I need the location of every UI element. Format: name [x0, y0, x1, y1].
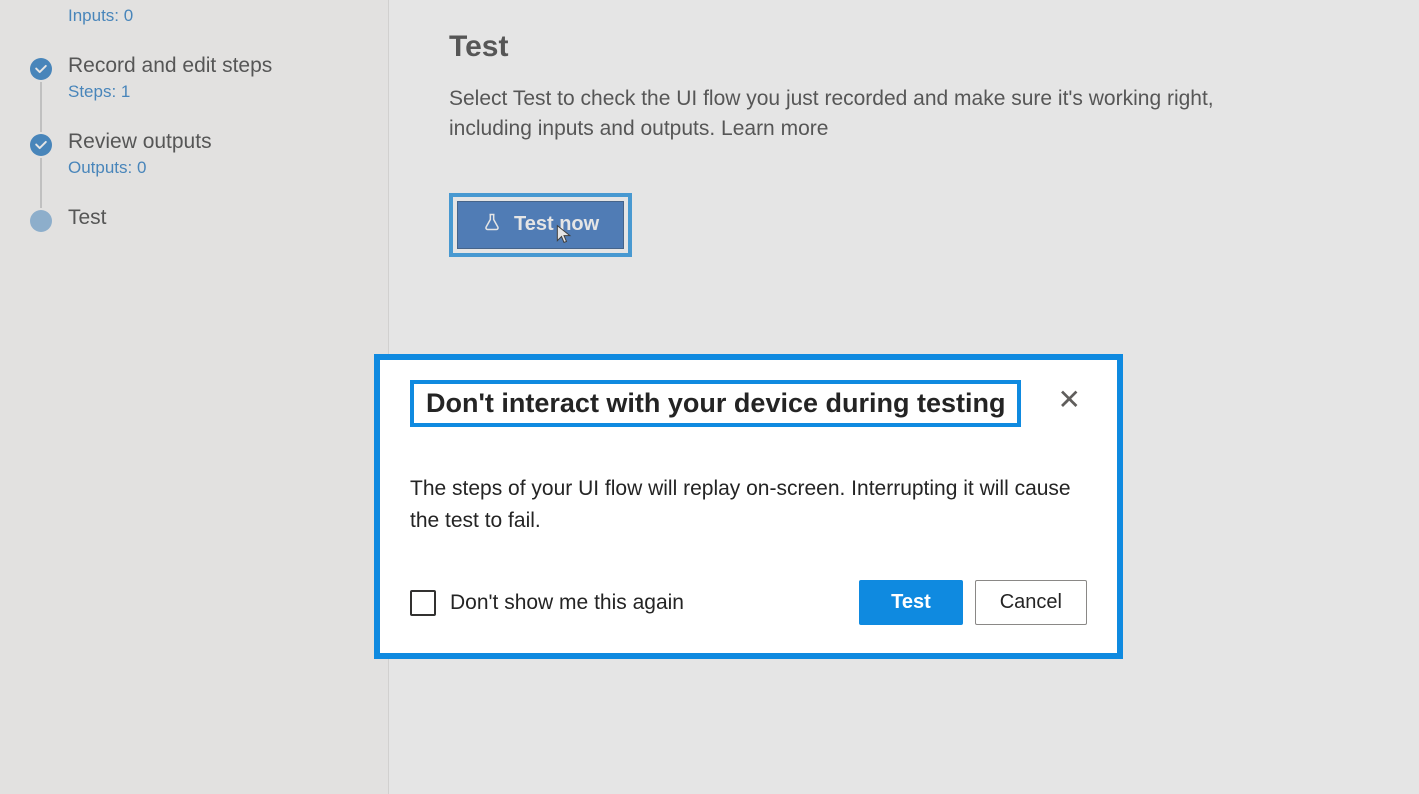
dialog-footer: Don't show me this again Test Cancel	[410, 580, 1087, 625]
dialog-test-button[interactable]: Test	[859, 580, 963, 625]
dont-show-again-row[interactable]: Don't show me this again	[410, 590, 684, 616]
dialog-title-highlight: Don't interact with your device during t…	[410, 380, 1021, 427]
dialog-header: Don't interact with your device during t…	[410, 380, 1087, 427]
test-warning-dialog: Don't interact with your device during t…	[374, 354, 1123, 659]
dialog-title: Don't interact with your device during t…	[426, 388, 1005, 419]
dialog-content: Don't interact with your device during t…	[380, 360, 1117, 653]
close-button[interactable]: ✕	[1052, 384, 1087, 416]
dont-show-label: Don't show me this again	[450, 591, 684, 615]
close-icon: ✕	[1058, 384, 1081, 415]
dialog-buttons: Test Cancel	[859, 580, 1087, 625]
dialog-body: The steps of your UI flow will replay on…	[410, 473, 1087, 536]
dont-show-checkbox[interactable]	[410, 590, 436, 616]
dialog-cancel-button[interactable]: Cancel	[975, 580, 1087, 625]
